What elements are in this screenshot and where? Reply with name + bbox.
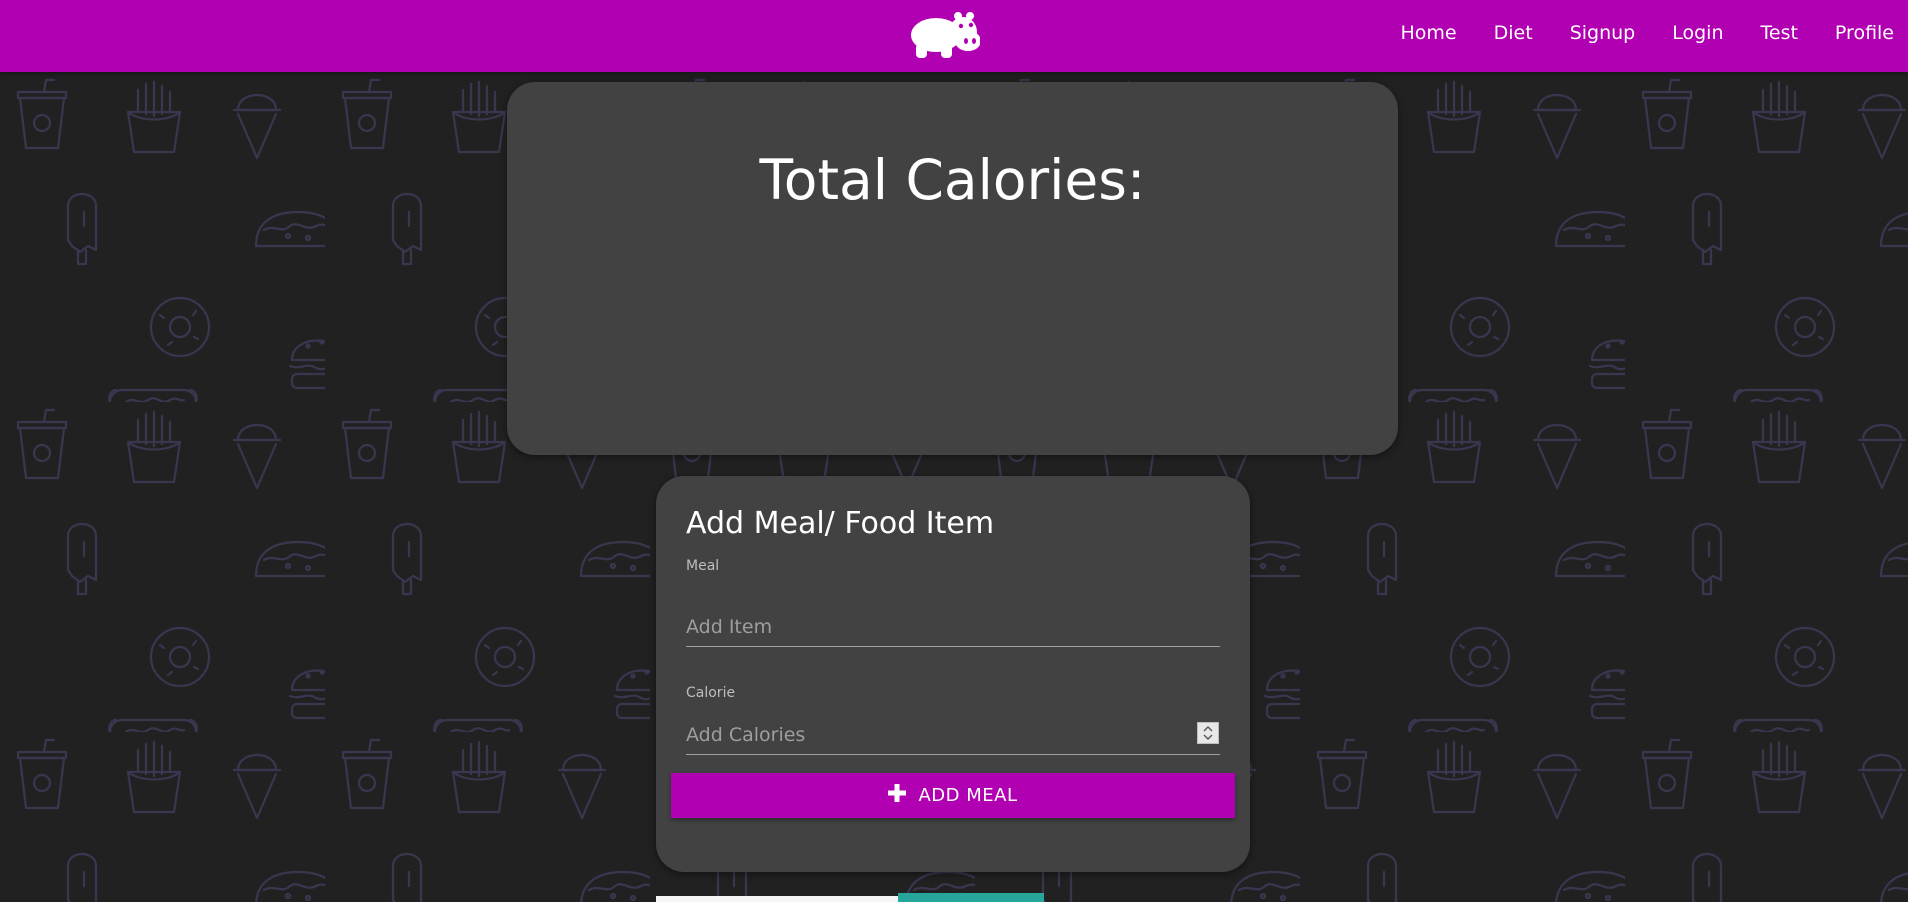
nav-link-home[interactable]: Home [1401, 22, 1457, 44]
navbar: Home Diet Signup Login Test Profile [0, 0, 1908, 72]
meal-label: Meal [686, 558, 720, 574]
add-meal-card: Add Meal/ Food Item Meal Calorie ADD MEA… [656, 476, 1250, 872]
hippo-icon[interactable] [908, 8, 981, 60]
total-calories-card: Total Calories: [507, 82, 1398, 455]
nav-links: Home Diet Signup Login Test Profile [1364, 0, 1894, 66]
nav-link-profile[interactable]: Profile [1835, 22, 1894, 44]
nav-link-login[interactable]: Login [1672, 22, 1723, 44]
nav-link-test[interactable]: Test [1761, 22, 1798, 44]
add-meal-button-label: ADD MEAL [918, 785, 1018, 806]
add-meal-heading: Add Meal/ Food Item [686, 506, 995, 541]
calorie-stepper[interactable] [1197, 722, 1219, 744]
meal-item-input[interactable] [686, 607, 1220, 647]
total-calories-title: Total Calories: [759, 148, 1146, 212]
calorie-input[interactable] [686, 715, 1220, 755]
partial-input-bar [656, 896, 899, 902]
calorie-label: Calorie [686, 685, 736, 701]
nav-link-diet[interactable]: Diet [1494, 22, 1533, 44]
add-meal-button[interactable]: ADD MEAL [671, 773, 1235, 818]
nav-link-signup[interactable]: Signup [1570, 22, 1636, 44]
partial-teal-button[interactable] [898, 893, 1044, 902]
plus-icon [888, 784, 907, 807]
